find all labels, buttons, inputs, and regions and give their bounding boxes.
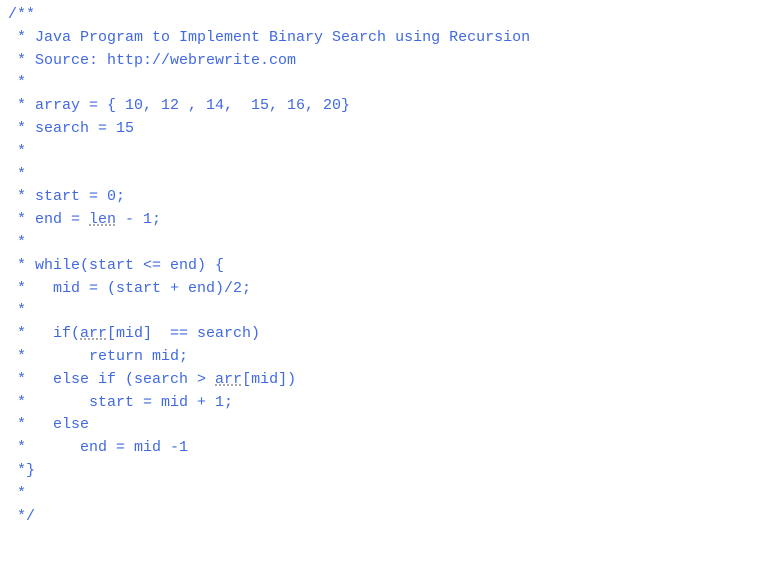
code-line: * else if (search > arr[mid]) [8, 371, 296, 388]
code-line: * [8, 234, 26, 251]
code-line: * [8, 143, 26, 160]
code-line: * search = 15 [8, 120, 134, 137]
typo-len: len [89, 211, 116, 228]
code-line: * array = { 10, 12 , 14, 15, 16, 20} [8, 97, 350, 114]
code-line: *} [8, 462, 35, 479]
code-line: * return mid; [8, 348, 188, 365]
typo-arr-2: arr [215, 371, 242, 388]
typo-arr-1: arr [80, 325, 107, 342]
code-line: * mid = (start + end)/2; [8, 280, 251, 297]
code-line: * end = len - 1; [8, 211, 161, 228]
code-line: * while(start <= end) { [8, 257, 224, 274]
code-block: /** * Java Program to Implement Binary S… [8, 4, 760, 528]
code-line: * [8, 166, 26, 183]
code-line: * [8, 302, 26, 319]
code-line: * else [8, 416, 89, 433]
code-line: /** [8, 6, 35, 23]
code-line: * start = mid + 1; [8, 394, 233, 411]
code-line: */ [8, 508, 35, 525]
code-line: * Source: http://webrewrite.com [8, 52, 296, 69]
code-line: * start = 0; [8, 188, 125, 205]
code-line: * [8, 485, 26, 502]
code-line: * [8, 74, 26, 91]
code-line: * end = mid -1 [8, 439, 188, 456]
code-line: * Java Program to Implement Binary Searc… [8, 29, 530, 46]
code-line: * if(arr[mid] == search) [8, 325, 260, 342]
